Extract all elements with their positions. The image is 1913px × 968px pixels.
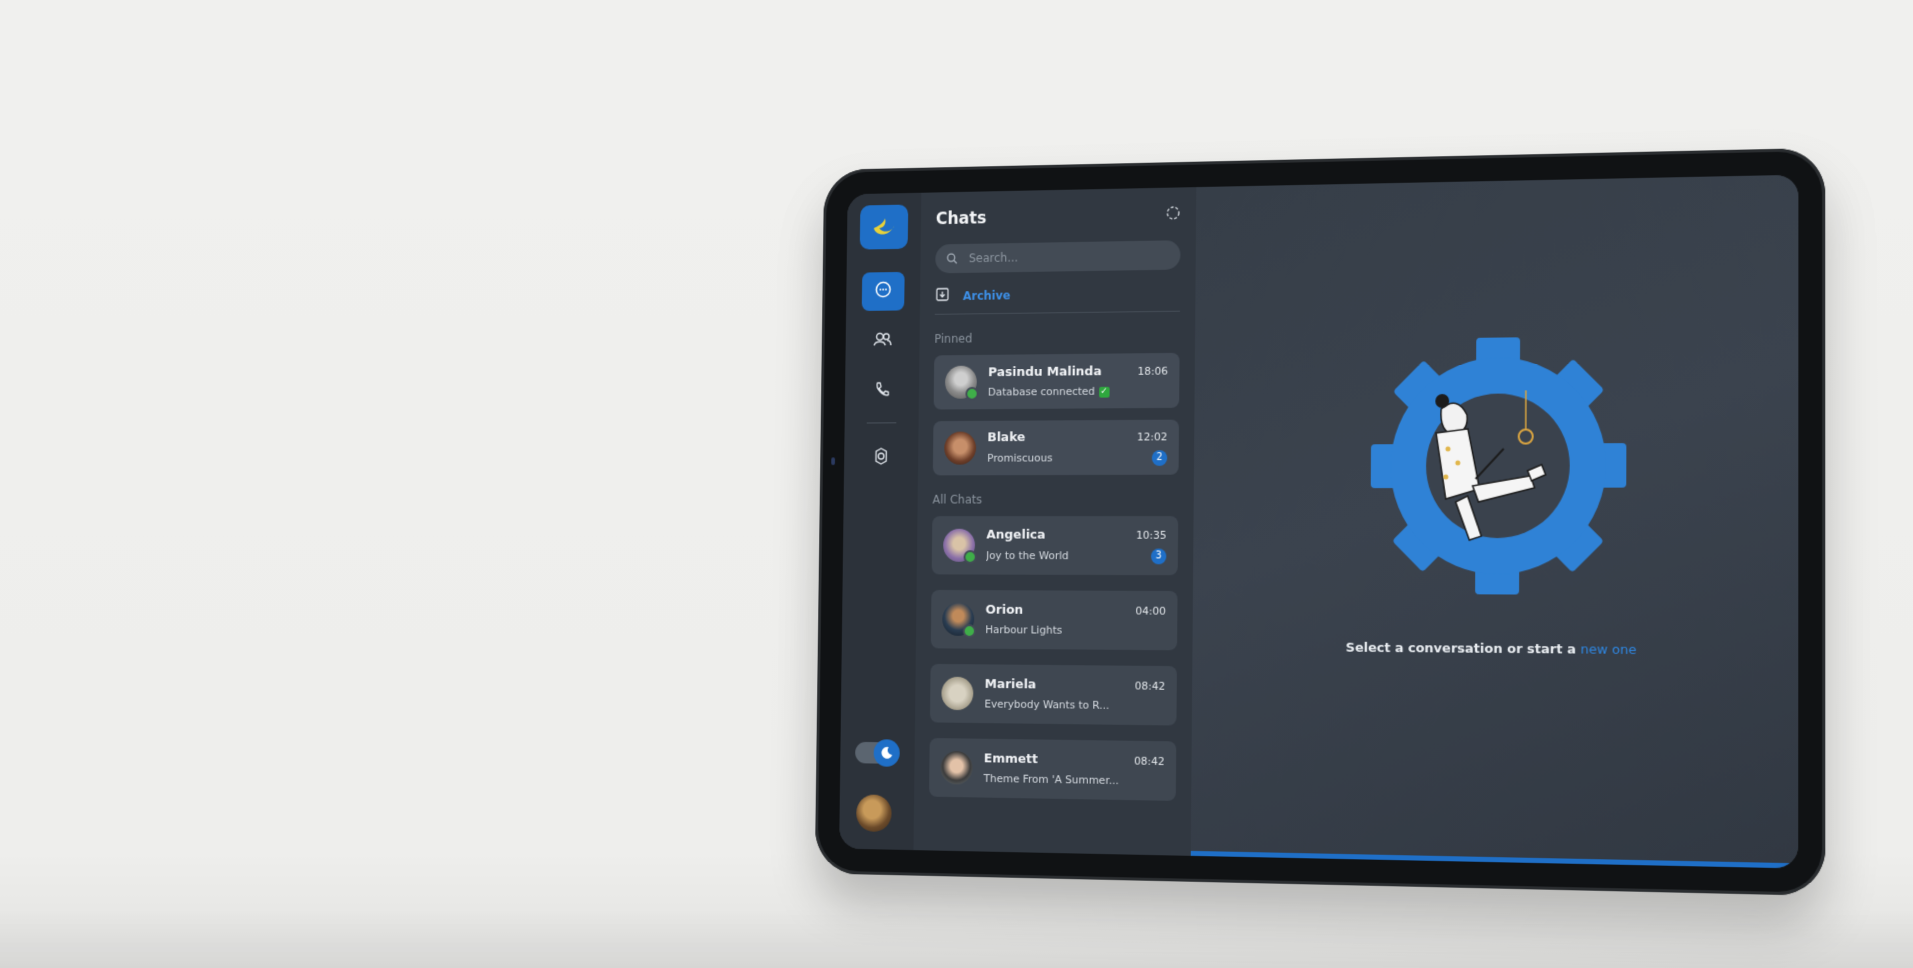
chat-item-blake[interactable]: Blake 12:02 Promiscuous 2 [933, 420, 1179, 476]
search-icon [946, 249, 957, 268]
chat-bubble-icon [874, 280, 893, 303]
archive-icon [935, 287, 950, 307]
message-time: 08:42 [1134, 755, 1165, 768]
message-time: 18:06 [1138, 365, 1168, 378]
message-preview: Harbour Lights [985, 623, 1062, 636]
all-chats-section-label: All Chats [932, 492, 1178, 506]
nav-rail [839, 193, 921, 850]
empty-state-illustration [1358, 329, 1649, 602]
app-screen: Chats Ar [839, 175, 1798, 869]
prompt-text: Select a conversation or start a [1346, 641, 1576, 658]
camera-dot [831, 457, 835, 465]
unread-badge: 2 [1152, 450, 1167, 466]
settings-nav-button[interactable] [860, 439, 903, 478]
floor-shadow [0, 908, 1913, 968]
status-ring-icon[interactable] [1165, 205, 1180, 225]
pinned-section-label: Pinned [934, 329, 1179, 345]
unread-badge: 3 [1151, 548, 1166, 564]
scene: Chats Ar [0, 0, 1913, 968]
chat-item-angelica[interactable]: Angelica 10:35 Joy to the World 3 [932, 516, 1179, 575]
contact-name: Pasindu Malinda [988, 364, 1102, 380]
message-time: 12:02 [1137, 430, 1167, 443]
checkmark-icon: ✓ [1099, 386, 1110, 397]
contact-name: Blake [987, 430, 1025, 445]
contact-name: Angelica [986, 527, 1045, 542]
avatar [940, 751, 972, 785]
avatar [941, 677, 973, 711]
profile-avatar[interactable] [856, 794, 892, 832]
contact-name: Mariela [985, 677, 1037, 692]
avatar [942, 603, 974, 636]
message-time: 04:00 [1135, 605, 1165, 618]
tablet-device: Chats Ar [815, 148, 1825, 896]
tablet-bezel: Chats Ar [815, 148, 1825, 896]
avatar [945, 366, 977, 399]
message-preview: Theme From 'A Summer... [984, 772, 1119, 787]
chat-list-header: Chats [936, 201, 1181, 233]
logo-icon[interactable] [860, 205, 908, 250]
chat-item-orion[interactable]: Orion 04:00 Harbour Lights [931, 590, 1178, 650]
message-time: 08:42 [1135, 680, 1166, 693]
nav-divider [867, 422, 897, 423]
moon-icon [874, 739, 900, 767]
chat-item-pasindu[interactable]: Pasindu Malinda 18:06 Database connected… [934, 353, 1180, 410]
message-preview: Everybody Wants to R... [984, 698, 1109, 712]
message-preview: Database connected ✓ [988, 385, 1109, 399]
chat-item-emmett[interactable]: Emmett 08:42 Theme From 'A Summer... [929, 738, 1176, 801]
contact-name: Orion [985, 603, 1023, 618]
message-preview: Promiscuous [987, 452, 1052, 465]
bottom-accent-bar [1191, 851, 1798, 869]
online-indicator [965, 387, 978, 401]
message-time: 10:35 [1136, 528, 1166, 541]
empty-state-prompt: Select a conversation or start a new one [1192, 640, 1798, 660]
chat-item-mariela[interactable]: Mariela 08:42 Everybody Wants to R... [930, 664, 1177, 726]
messages-nav-button[interactable] [862, 272, 905, 311]
contacts-nav-button[interactable] [861, 322, 904, 361]
search-input[interactable] [967, 248, 1140, 266]
message-preview: Joy to the World [986, 549, 1069, 562]
conversation-area: Select a conversation or start a new one [1191, 175, 1799, 869]
chat-list-panel: Chats Ar [913, 187, 1196, 856]
gear-icon [872, 447, 891, 470]
new-conversation-link[interactable]: new one [1580, 642, 1636, 658]
theme-toggle[interactable] [855, 742, 896, 764]
search-box[interactable] [935, 240, 1180, 273]
phone-icon [873, 380, 892, 403]
avatar [944, 432, 976, 465]
avatar [943, 529, 975, 562]
contact-name: Emmett [984, 751, 1038, 767]
calls-nav-button[interactable] [860, 372, 903, 411]
online-indicator [964, 550, 977, 564]
archive-row[interactable]: Archive [935, 275, 1181, 314]
archive-label: Archive [963, 289, 1011, 303]
users-icon [872, 330, 893, 353]
chats-title: Chats [936, 209, 987, 229]
online-indicator [963, 624, 976, 638]
